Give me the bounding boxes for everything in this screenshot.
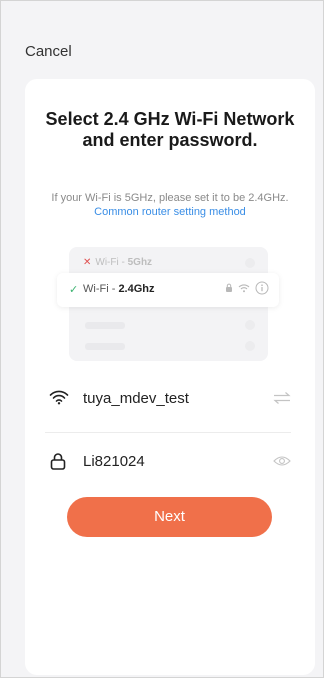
password-input[interactable]: Li821024 (83, 453, 145, 470)
info-icon (255, 281, 269, 295)
wifi-24g-label: Wi-Fi - 2.4Ghz (83, 283, 155, 295)
wifi-24g-prefix: Wi-Fi - (83, 283, 119, 295)
placeholder-dot (245, 258, 255, 268)
eye-icon[interactable] (273, 454, 291, 472)
next-button[interactable]: Next (67, 497, 272, 537)
screen-frame: Cancel Select 2.4 GHz Wi-Fi Network and … (0, 0, 324, 678)
field-divider (45, 432, 291, 433)
ssid-input[interactable]: tuya_mdev_test (83, 390, 189, 407)
password-field[interactable]: Li821024 (45, 442, 291, 482)
placeholder-bar (85, 343, 125, 350)
subtitle: If your Wi-Fi is 5GHz, please set it to … (37, 191, 303, 219)
lock-icon (49, 452, 67, 475)
placeholder-dot (245, 320, 255, 330)
wifi-icon (49, 389, 69, 410)
cancel-button[interactable]: Cancel (25, 43, 72, 60)
wifi-24g-row: ✓ Wi-Fi - 2.4Ghz (57, 273, 279, 307)
placeholder-bar (85, 322, 125, 329)
check-icon: ✓ (69, 284, 79, 296)
switch-network-icon[interactable] (273, 391, 291, 410)
wifi-5g-row: ✕ Wi-Fi - 5Ghz (83, 257, 255, 268)
subtitle-text: If your Wi-Fi is 5GHz, please set it to … (51, 192, 289, 204)
wifi-24g-band: 2.4Ghz (118, 283, 155, 295)
wifi-small-icon (238, 284, 250, 293)
cross-icon: ✕ (83, 257, 92, 268)
wifi-5g-band: 5Ghz (127, 257, 153, 268)
setup-card: Select 2.4 GHz Wi-Fi Network and enter p… (25, 79, 315, 675)
router-setting-link[interactable]: Common router setting method (94, 206, 246, 218)
ssid-field[interactable]: tuya_mdev_test (45, 379, 291, 419)
page-title: Select 2.4 GHz Wi-Fi Network and enter p… (45, 109, 295, 150)
wifi-5g-prefix: Wi-Fi - (95, 257, 128, 268)
placeholder-dot (245, 341, 255, 351)
wifi-row-icons (225, 281, 269, 295)
lock-small-icon (226, 283, 232, 292)
